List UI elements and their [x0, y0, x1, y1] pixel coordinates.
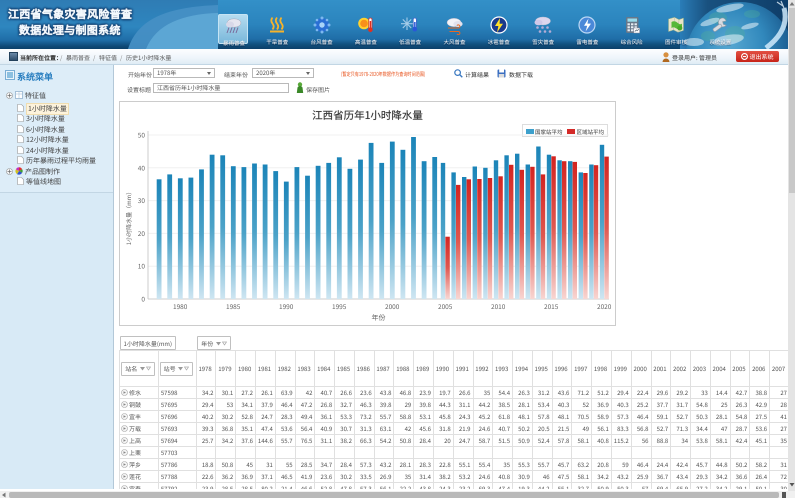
svg-text:2010: 2010 [491, 301, 506, 311]
svg-text:1995: 1995 [332, 301, 347, 311]
svg-text:10: 10 [138, 261, 146, 271]
svg-text:1980: 1980 [173, 301, 188, 311]
svg-text:1985: 1985 [226, 301, 241, 311]
svg-text:2015: 2015 [544, 301, 559, 311]
svg-text:40: 40 [138, 162, 146, 172]
svg-text:50: 50 [138, 130, 146, 140]
svg-text:年份: 年份 [372, 313, 386, 323]
svg-text:2020: 2020 [597, 301, 612, 311]
svg-text:0: 0 [141, 294, 145, 304]
svg-text:2000: 2000 [385, 301, 400, 311]
svg-text:30: 30 [138, 195, 146, 205]
svg-text:2005: 2005 [438, 301, 453, 311]
svg-text:1990: 1990 [279, 301, 294, 311]
svg-text:20: 20 [138, 228, 146, 238]
svg-text:1小时降水量（mm）: 1小时降水量（mm） [124, 189, 133, 245]
